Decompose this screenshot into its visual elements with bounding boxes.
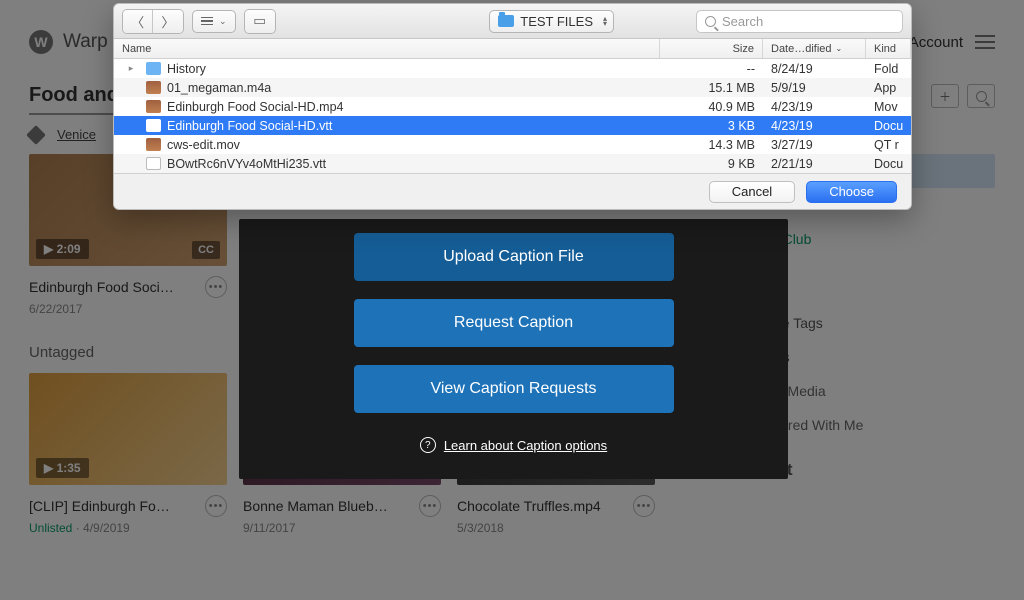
col-date[interactable]: Date…dified⌄ [763,39,866,58]
upload-caption-button[interactable]: Upload Caption File [354,233,674,281]
file-date: 5/9/19 [763,81,866,95]
file-size: 14.3 MB [660,138,763,152]
column-headers: Name Size Date…dified⌄ Kind [114,39,911,59]
file-size: 9 KB [660,157,763,171]
file-date: 8/24/19 [763,62,866,76]
file-icon [146,119,161,132]
view-mode-button[interactable]: ⌄ [192,10,236,33]
file-kind: App [866,81,911,95]
caption-modal: Upload Caption File Request Caption View… [239,219,788,479]
file-icon [146,100,161,113]
file-date: 4/23/19 [763,100,866,114]
nav-forward-button[interactable]: 〉 [153,10,183,33]
file-row[interactable]: cws-edit.mov 14.3 MB3/27/19QT r [114,135,911,154]
folder-name: TEST FILES [520,14,593,29]
file-row[interactable]: BOwtRc6nVYv4oMtHi235.vtt 9 KB2/21/19Docu [114,154,911,173]
col-name[interactable]: Name [114,39,660,58]
file-date: 4/23/19 [763,119,866,133]
disclosure-icon: ▸ [122,63,140,74]
file-name: cws-edit.mov [167,138,240,152]
folder-icon [498,15,514,27]
file-row[interactable]: 01_megaman.m4a 15.1 MB5/9/19App [114,78,911,97]
file-row[interactable]: Edinburgh Food Social-HD.vtt 3 KB4/23/19D… [114,116,911,135]
search-placeholder: Search [722,14,763,29]
file-name: Edinburgh Food Social-HD.mp4 [167,100,343,114]
file-name: History [167,62,206,76]
choose-button[interactable]: Choose [806,181,897,203]
help-icon: ? [420,437,436,453]
file-size: 40.9 MB [660,100,763,114]
request-caption-button[interactable]: Request Caption [354,299,674,347]
learn-caption-link[interactable]: ? Learn about Caption options [420,437,607,453]
file-list: ▸ History --8/24/19Fold 01_megaman.m4a 15.1 … [114,59,911,173]
file-icon [146,62,161,75]
file-date: 2/21/19 [763,157,866,171]
file-icon [146,81,161,94]
file-kind: Mov [866,100,911,114]
file-name: BOwtRc6nVYv4oMtHi235.vtt [167,157,326,171]
file-kind: Docu [866,119,911,133]
file-kind: Docu [866,157,911,171]
search-icon [705,16,716,27]
learn-caption-label: Learn about Caption options [444,438,607,453]
search-field[interactable]: Search [696,10,903,33]
file-size: 3 KB [660,119,763,133]
chevron-down-icon: ⌄ [219,16,227,27]
file-name: 01_megaman.m4a [167,81,271,95]
file-size: 15.1 MB [660,81,763,95]
file-kind: Fold [866,62,911,76]
nav-back-button[interactable]: 〈 [123,10,153,33]
file-kind: QT r [866,138,911,152]
updown-icon: ▴▾ [603,16,607,26]
file-name: Edinburgh Food Social-HD.vtt [167,119,332,133]
file-icon [146,157,161,170]
group-segment: ▭ [244,9,276,34]
list-view-icon [201,17,213,26]
sheet-footer: Cancel Choose [114,173,911,209]
file-icon [146,138,161,151]
sheet-toolbar: 〈 〉 ⌄ ▭ TEST FILES ▴▾ Search [114,4,911,39]
col-size[interactable]: Size [660,39,763,58]
file-open-sheet: 〈 〉 ⌄ ▭ TEST FILES ▴▾ Search Name Size D… [113,3,912,210]
view-caption-requests-button[interactable]: View Caption Requests [354,365,674,413]
file-date: 3/27/19 [763,138,866,152]
file-row[interactable]: ▸ History --8/24/19Fold [114,59,911,78]
folder-popup[interactable]: TEST FILES ▴▾ [489,10,614,33]
file-row[interactable]: Edinburgh Food Social-HD.mp4 40.9 MB4/23/… [114,97,911,116]
file-size: -- [660,62,763,76]
col-kind[interactable]: Kind [866,39,911,58]
group-button[interactable]: ▭ [245,10,275,33]
sort-down-icon: ⌄ [836,44,843,53]
nav-segment: 〈 〉 [122,9,184,34]
cancel-button[interactable]: Cancel [709,181,795,203]
